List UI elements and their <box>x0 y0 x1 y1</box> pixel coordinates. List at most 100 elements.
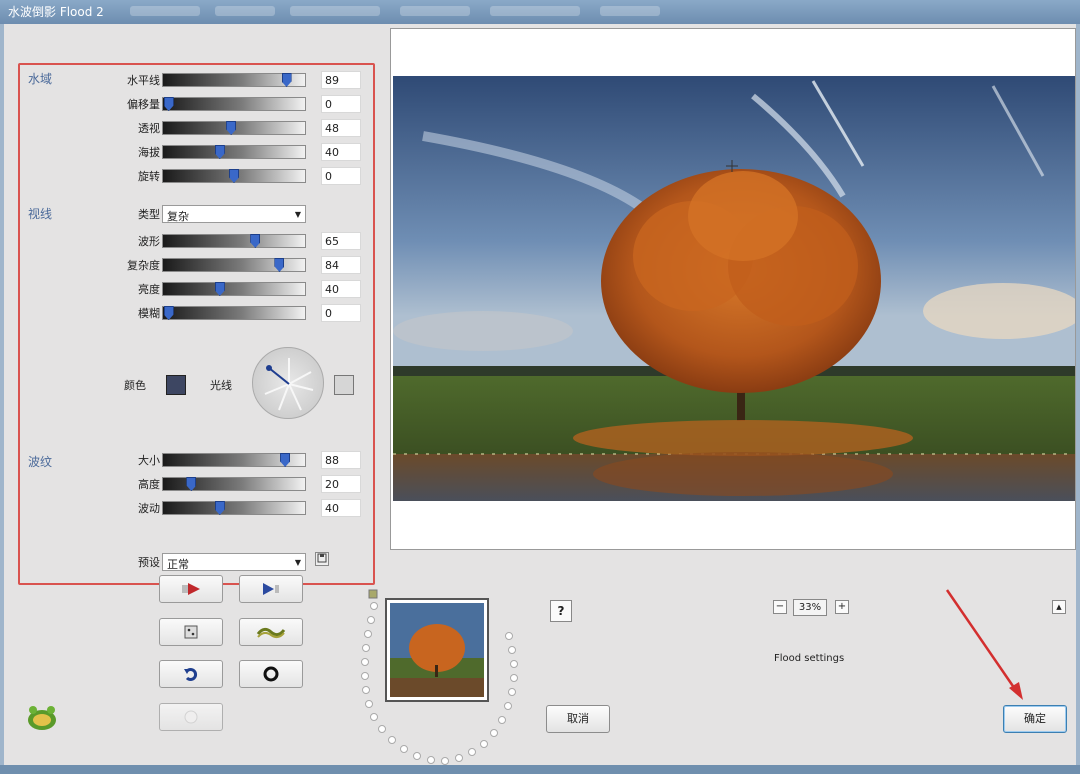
brightness-slider[interactable] <box>162 282 306 296</box>
slider-thumb[interactable] <box>163 306 174 320</box>
blur-label: 模糊 <box>138 307 160 320</box>
zoom-out-button[interactable]: − <box>773 600 787 614</box>
slider-thumb[interactable] <box>214 145 225 159</box>
waveform-value-field[interactable]: 65 <box>321 232 361 250</box>
preset-select[interactable]: 正常 ▼ <box>162 553 306 571</box>
altitude-value-field[interactable]: 40 <box>321 143 361 161</box>
offset-value-field[interactable]: 0 <box>321 95 361 113</box>
wave-type-label: 类型 <box>138 208 160 221</box>
play-step-icon <box>263 583 279 595</box>
frog-logo-icon <box>28 706 56 730</box>
size-slider[interactable] <box>162 453 306 467</box>
zoom-in-button[interactable]: + <box>835 600 849 614</box>
preview-photo <box>393 76 1075 501</box>
blur-slider[interactable] <box>162 306 306 320</box>
slider-thumb[interactable] <box>250 234 261 248</box>
scroll-up-button[interactable]: ▲ <box>1052 600 1066 614</box>
row-undulation: 波动 40 <box>20 499 375 517</box>
row-brightness: 亮度 40 <box>20 280 375 298</box>
perspective-label: 透视 <box>138 122 160 135</box>
window-title: 水波倒影 Flood 2 <box>8 5 104 19</box>
thumbnail-image <box>390 603 484 697</box>
cancel-button[interactable]: 取消 <box>546 705 610 733</box>
horizon-value-field[interactable]: 89 <box>321 71 361 89</box>
row-perspective: 透视 48 <box>20 119 375 137</box>
navigator-thumbnail[interactable] <box>385 598 489 702</box>
complexity-label: 复杂度 <box>127 259 160 272</box>
undo-button[interactable] <box>159 660 223 688</box>
slider-thumb[interactable] <box>226 121 237 135</box>
offset-label: 偏移量 <box>127 98 160 111</box>
complexity-value-field[interactable]: 84 <box>321 256 361 274</box>
wave-preview-button[interactable] <box>239 618 303 646</box>
slider-thumb[interactable] <box>214 282 225 296</box>
rotation-label: 旋转 <box>138 170 160 183</box>
preview-step-button[interactable] <box>239 575 303 603</box>
height-value-field[interactable]: 20 <box>321 475 361 493</box>
complexity-slider[interactable] <box>162 258 306 272</box>
chevron-down-icon: ▼ <box>294 558 301 567</box>
preset-label: 预设 <box>138 556 160 569</box>
offset-slider[interactable] <box>162 97 306 111</box>
undulation-value-field[interactable]: 40 <box>321 499 361 517</box>
ok-button[interactable]: 确定 <box>1003 705 1067 733</box>
ring-icon <box>263 666 279 682</box>
perspective-slider[interactable] <box>162 121 306 135</box>
status-text: Flood settings <box>774 653 845 664</box>
light-color-swatch[interactable] <box>334 375 354 395</box>
rotation-value-field[interactable]: 0 <box>321 167 361 185</box>
color-label: 颜色 <box>124 379 146 392</box>
height-slider[interactable] <box>162 477 306 491</box>
preset-value: 正常 <box>167 558 189 571</box>
slider-thumb[interactable] <box>280 453 291 467</box>
row-horizon: 水平线 89 <box>20 71 375 89</box>
play-render-icon <box>182 583 200 595</box>
render-button[interactable] <box>159 575 223 603</box>
size-value-field[interactable]: 88 <box>321 451 361 469</box>
rotation-slider[interactable] <box>162 169 306 183</box>
slider-thumb[interactable] <box>281 73 292 87</box>
slider-thumb[interactable] <box>214 501 225 515</box>
brightness-value-field[interactable]: 40 <box>321 280 361 298</box>
light-dial-rays-icon <box>264 358 314 411</box>
row-wave-type: 类型 复杂 ▼ <box>20 205 375 223</box>
dice-icon <box>184 625 198 639</box>
settings-panel: 水域 视线 波纹 水平线 89 偏移量 0 透视 48 海拔 40 旋转 0 类… <box>18 63 375 585</box>
slider-thumb[interactable] <box>186 477 197 491</box>
help-button[interactable]: ? <box>550 600 572 622</box>
row-offset: 偏移量 0 <box>20 95 375 113</box>
autumn-tree-image <box>393 76 1075 501</box>
zoom-level: 33% <box>793 599 827 616</box>
wave-icon <box>256 627 286 639</box>
reset-button[interactable] <box>239 660 303 688</box>
color-swatch[interactable] <box>166 375 186 395</box>
save-preset-button[interactable] <box>315 552 329 566</box>
annotation-arrow-icon <box>945 589 1023 700</box>
preview-canvas[interactable] <box>390 28 1076 550</box>
blur-value-field[interactable]: 0 <box>321 304 361 322</box>
undulation-label: 波动 <box>138 502 160 515</box>
brightness-label: 亮度 <box>138 283 160 296</box>
chevron-up-icon: ▲ <box>1056 603 1062 611</box>
slider-thumb[interactable] <box>274 258 285 272</box>
row-height: 高度 20 <box>20 475 375 493</box>
undo-icon <box>184 668 197 681</box>
horizon-slider[interactable] <box>162 73 306 87</box>
light-label: 光线 <box>210 379 232 392</box>
size-label: 大小 <box>138 454 160 467</box>
light-direction-dial[interactable] <box>252 347 324 419</box>
blank-circle-icon <box>184 710 198 724</box>
disabled-tool-button[interactable] <box>159 703 223 731</box>
row-waveform: 波形 65 <box>20 232 375 250</box>
undulation-slider[interactable] <box>162 501 306 515</box>
altitude-slider[interactable] <box>162 145 306 159</box>
waveform-slider[interactable] <box>162 234 306 248</box>
wave-type-select[interactable]: 复杂 ▼ <box>162 205 306 223</box>
perspective-value-field[interactable]: 48 <box>321 119 361 137</box>
slider-thumb[interactable] <box>163 97 174 111</box>
chevron-down-icon: ▼ <box>294 210 301 219</box>
slider-thumb[interactable] <box>229 169 239 183</box>
flood-dialog: 水域 视线 波纹 水平线 89 偏移量 0 透视 48 海拔 40 旋转 0 类… <box>0 24 1080 765</box>
row-altitude: 海拔 40 <box>20 143 375 161</box>
random-button[interactable] <box>159 618 223 646</box>
